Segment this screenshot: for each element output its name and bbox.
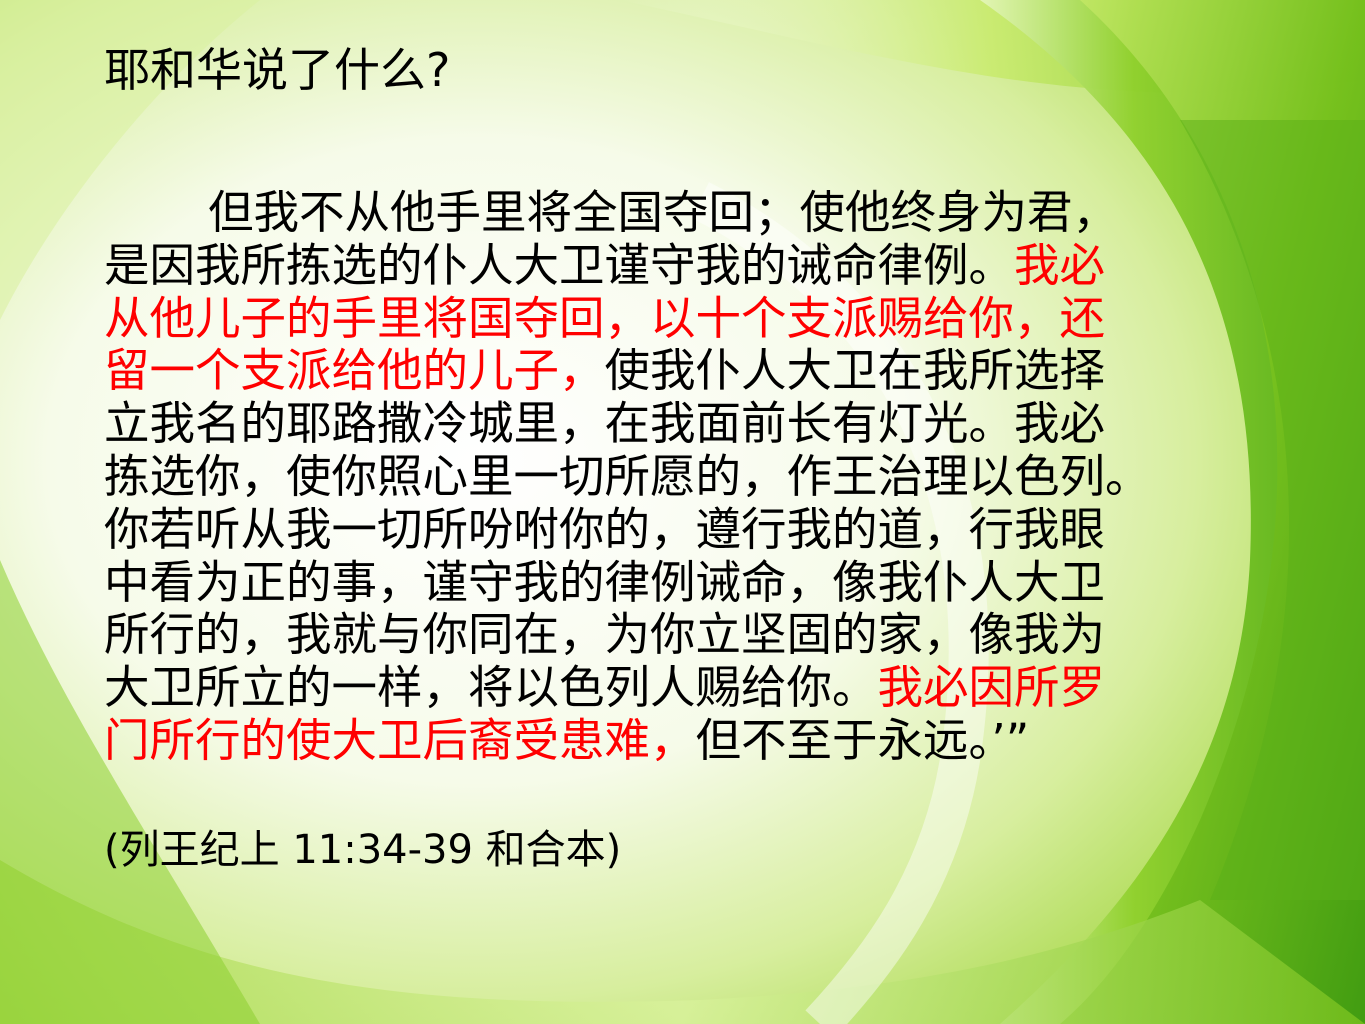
- slide-title: 耶和华说了什么?: [104, 43, 451, 97]
- passage-line: 所行的，我就与你同在，为你立坚固的家，像我为: [104, 608, 1274, 662]
- highlighted-text: 留一个支派给他的儿子，: [104, 344, 605, 398]
- highlighted-text: 从他儿子的手里将国夺回，以十个支派赐给你，还: [104, 291, 1106, 345]
- passage-text: 大卫所立的一样，将以色列人赐给你。: [104, 661, 878, 715]
- passage-text: 拣选你，使你照心里一切所愿的，作王治理以色列。: [104, 449, 1151, 503]
- passage-line: 大卫所立的一样，将以色列人赐给你。我必因所罗: [104, 661, 1274, 715]
- passage-line: 从他儿子的手里将国夺回，以十个支派赐给你，还: [104, 291, 1274, 346]
- passage-line: 你若听从我一切所吩咐你的，遵行我的道，行我眼: [104, 502, 1274, 557]
- scripture-passage: 但我不从他手里将全国夺回；使他终身为君， 是因我所拣选的仆人大卫谨守我的诫命律例。…: [104, 186, 1274, 768]
- passage-text: 是因我所拣选的仆人大卫谨守我的诫命律例。: [104, 238, 1015, 292]
- passage-line: 门所行的使大卫后裔受患难，但不至于永远。’”: [104, 713, 1274, 768]
- passage-text: 中看为正的事，谨守我的律例诫命，像我仆人大卫: [104, 555, 1106, 609]
- passage-text: 但我不从他手里将全国夺回；使他终身为君，: [208, 186, 1119, 239]
- highlighted-text: 我必: [1014, 238, 1106, 292]
- passage-line: 立我名的耶路撒冷城里，在我面前长有灯光。我必: [104, 397, 1274, 451]
- passage-text: 所行的，我就与你同在，为你立坚固的家，像我为: [104, 608, 1106, 662]
- passage-text: 你若听从我一切所吩咐你的，遵行我的道，行我眼: [104, 502, 1106, 556]
- slide: 耶和华说了什么? 但我不从他手里将全国夺回；使他终身为君， 是因我所拣选的仆人大卫…: [0, 0, 1365, 1024]
- scripture-citation: (列王纪上 11:34-39 和合本): [104, 827, 622, 873]
- passage-line: 拣选你，使你照心里一切所愿的，作王治理以色列。: [104, 449, 1274, 504]
- passage-text: 立我名的耶路撒冷城里，在我面前长有灯光。我必: [104, 397, 1106, 451]
- passage-text: 但不至于永远。’”: [695, 713, 1030, 767]
- passage-text: 使我仆人大卫在我所选择: [604, 344, 1106, 398]
- passage-line: 留一个支派给他的儿子，使我仆人大卫在我所选择: [104, 344, 1274, 398]
- passage-line: 是因我所拣选的仆人大卫谨守我的诫命律例。我必: [104, 238, 1274, 293]
- highlighted-text: 门所行的使大卫后裔受患难，: [104, 713, 696, 767]
- passage-line: 中看为正的事，谨守我的律例诫命，像我仆人大卫: [104, 555, 1274, 610]
- highlighted-text: 我必因所罗: [877, 661, 1106, 715]
- passage-line: 但我不从他手里将全国夺回；使他终身为君，: [104, 186, 1274, 240]
